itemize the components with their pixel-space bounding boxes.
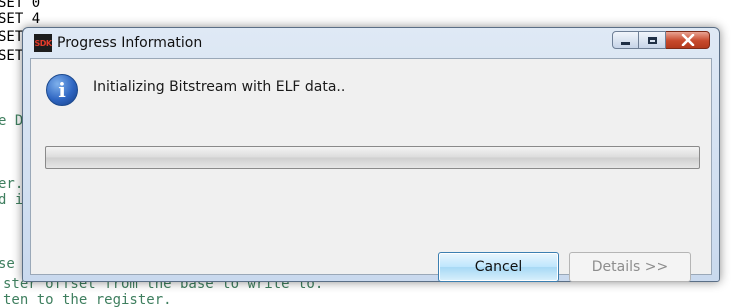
code-line: SET 0 [0,0,41,11]
code-line: SET [0,48,24,64]
close-icon [681,34,694,46]
minimize-button[interactable] [612,31,639,49]
code-comment-line: er. [0,176,24,192]
minimize-icon [621,41,630,45]
title-bar[interactable]: SDK Progress Information [23,28,719,58]
info-icon: i [46,74,78,106]
progress-dialog: SDK Progress Information i Initializing … [22,27,720,282]
code-comment-line: ten to the register. [3,292,172,308]
maximize-icon [647,36,657,44]
progress-message: Initializing Bitstream with ELF data.. [93,79,346,95]
code-comment-line: se [0,256,15,272]
close-button[interactable] [666,31,710,49]
dialog-body: i Initializing Bitstream with ELF data..… [30,58,712,282]
code-line: SET 4 [0,11,41,27]
code-line: SET [0,29,24,45]
code-comment-line: e D [0,113,24,129]
maximize-button[interactable] [639,31,666,49]
cancel-button[interactable]: Cancel [438,252,559,282]
dialog-title: Progress Information [57,35,203,51]
sdk-app-icon: SDK [34,34,52,52]
caption-buttons [612,31,710,49]
details-button[interactable]: Details >> [569,252,691,282]
code-comment-line: d i [0,192,24,208]
progress-bar [45,146,700,169]
